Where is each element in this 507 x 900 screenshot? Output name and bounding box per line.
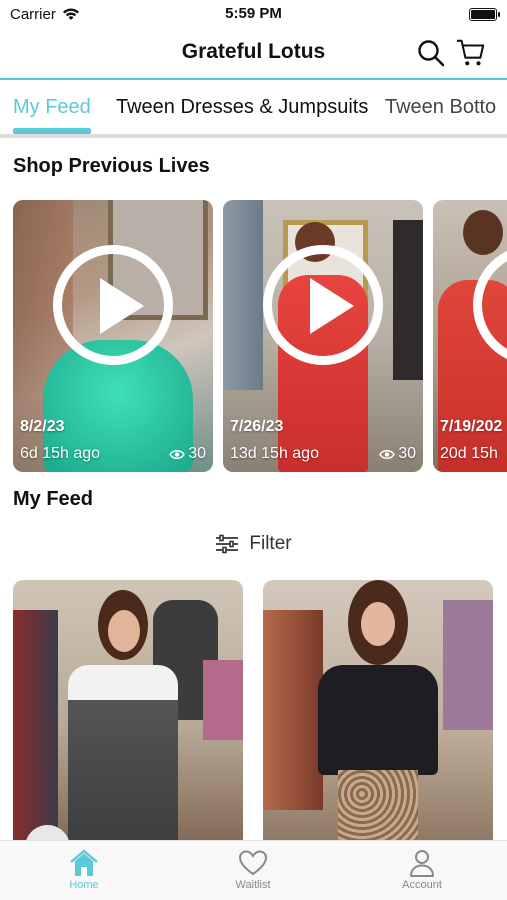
bottom-tab-account[interactable]: Account <box>372 847 472 891</box>
cart-button[interactable] <box>456 38 486 68</box>
play-button[interactable] <box>53 245 173 365</box>
live-card[interactable]: 8/2/23 6d 15h ago 30 <box>13 200 213 472</box>
tab-divider <box>0 134 507 138</box>
tab-my-feed[interactable]: My Feed <box>13 96 91 119</box>
bottom-tab-home[interactable]: Home <box>34 847 134 891</box>
product-card[interactable] <box>263 580 493 850</box>
search-button[interactable] <box>416 38 446 68</box>
home-icon <box>70 849 98 876</box>
live-views: 30 <box>169 445 206 463</box>
feed-grid <box>13 580 493 850</box>
live-card[interactable]: 7/26/23 13d 15h ago 30 <box>223 200 423 472</box>
category-tabs: My Feed Tween Dresses & Jumpsuits Tween … <box>0 78 507 138</box>
bottom-tab-label: Account <box>402 879 442 891</box>
filter-label: Filter <box>249 533 292 554</box>
bottom-tab-bar: Home Waitlist Account <box>0 840 507 900</box>
live-views: 30 <box>379 445 416 463</box>
status-time: 5:59 PM <box>225 5 282 22</box>
bottom-tab-label: Home <box>69 879 99 891</box>
live-time-ago: 6d 15h ago <box>20 445 101 462</box>
eye-icon <box>169 449 186 459</box>
status-bar: Carrier 5:59 PM <box>0 0 507 28</box>
product-card[interactable] <box>13 580 243 850</box>
battery-icon <box>469 7 500 21</box>
bottom-tab-label: Waitlist <box>235 879 271 891</box>
section-title-previous-lives: Shop Previous Lives <box>13 155 210 177</box>
live-card[interactable]: 7/19/202 20d 15h <box>433 200 507 472</box>
play-icon <box>310 278 354 334</box>
live-date: 7/19/202 <box>440 418 503 435</box>
live-time-ago: 20d 15h <box>440 445 498 462</box>
live-date: 7/26/23 <box>230 418 284 435</box>
live-view-count: 30 <box>398 445 416 462</box>
section-title-my-feed: My Feed <box>13 488 94 510</box>
filter-button[interactable]: Filter <box>0 533 507 555</box>
bottom-tab-waitlist[interactable]: Waitlist <box>203 847 303 891</box>
previous-lives-carousel[interactable]: 8/2/23 6d 15h ago 30 7/26/23 13d 15h ago… <box>13 200 507 472</box>
tab-tween-dresses[interactable]: Tween Dresses & Jumpsuits <box>116 96 368 119</box>
live-view-count: 30 <box>188 445 206 462</box>
person-icon <box>410 850 434 877</box>
search-icon <box>418 40 445 67</box>
heart-icon <box>238 850 268 876</box>
play-button[interactable] <box>263 245 383 365</box>
tab-tween-bottoms[interactable]: Tween Botto <box>385 96 496 119</box>
sliders-icon <box>216 534 239 554</box>
nav-bar: Grateful Lotus <box>0 28 507 78</box>
live-time-ago: 13d 15h ago <box>230 445 319 462</box>
cart-icon <box>456 39 485 66</box>
live-date: 8/2/23 <box>20 418 65 435</box>
eye-icon <box>379 449 396 459</box>
play-icon <box>100 278 144 334</box>
